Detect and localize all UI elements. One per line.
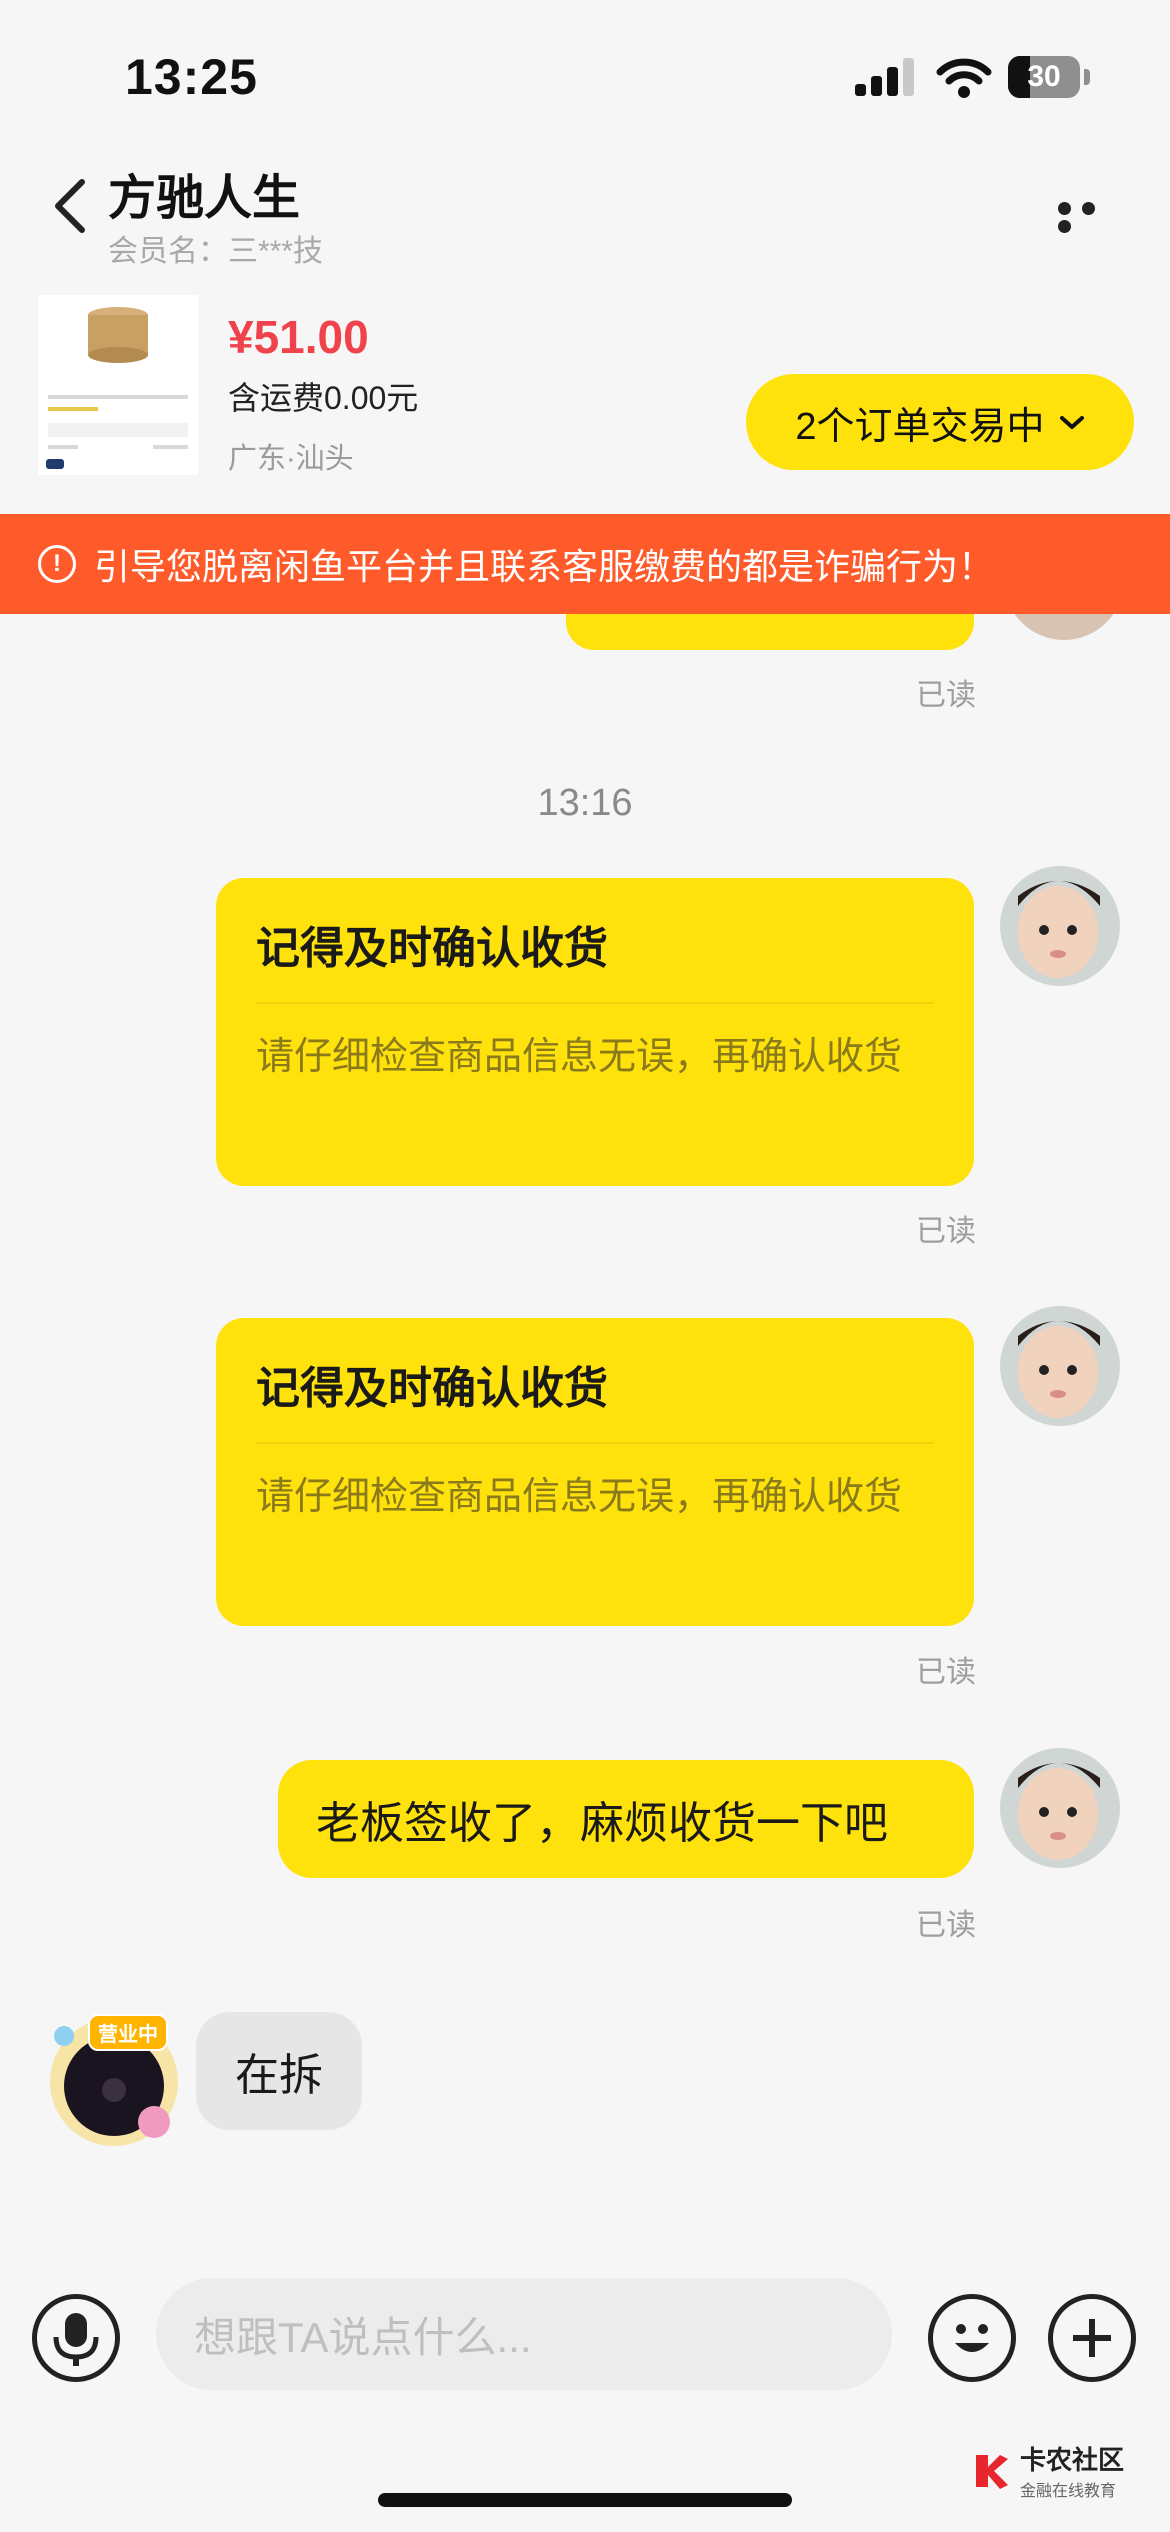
cellular-signal-icon — [855, 58, 914, 96]
back-icon[interactable] — [50, 176, 90, 236]
member-name: 会员名：三***技 — [108, 235, 324, 268]
read-status: 已读 — [916, 1656, 976, 1689]
watermark: 卡农社区 金融在线教育 — [972, 2440, 1124, 2501]
more-actions-button[interactable] — [1048, 2294, 1136, 2382]
product-thumbnail[interactable] — [38, 295, 198, 475]
home-indicator[interactable] — [378, 2493, 792, 2507]
card-body: 请仔细检查商品信息无误，再确认收货 — [256, 1476, 903, 1518]
sent-message-text: 老板签收了，麻烦收货一下吧 — [316, 1799, 888, 1848]
sent-message-bubble[interactable]: 老板签收了，麻烦收货一下吧 — [278, 1760, 974, 1878]
fraud-warning-banner: ! 引导您脱离闲鱼平台并且联系客服缴费的都是诈骗行为！ — [0, 514, 1170, 614]
message-input-placeholder: 想跟TA说点什么... — [194, 2313, 532, 2361]
emoji-button[interactable] — [928, 2294, 1016, 2382]
watermark-subtitle: 金融在线教育 — [1020, 2483, 1117, 2500]
my-avatar[interactable] — [1000, 866, 1120, 986]
warning-icon: ! — [38, 545, 76, 583]
chat-timestamp: 13:16 — [537, 782, 633, 824]
confirm-receipt-card[interactable]: 记得及时确认收货 请仔细检查商品信息无误，再确认收货 — [216, 1318, 974, 1626]
seller-location: 广东·汕头 — [228, 443, 354, 475]
read-status: 已读 — [916, 1215, 976, 1248]
card-divider — [256, 1442, 934, 1444]
card-body: 请仔细检查商品信息无误，再确认收货 — [256, 1036, 903, 1078]
orders-button-label: 2个订单交易中 — [795, 405, 1045, 448]
microphone-icon — [53, 2313, 99, 2366]
battery-icon: 30 — [1008, 56, 1092, 98]
chat-title: 方驰人生 — [108, 172, 301, 225]
battery-level: 30 — [1027, 60, 1061, 93]
my-avatar[interactable] — [1000, 1306, 1120, 1426]
watermark-logo-icon — [976, 2454, 1008, 2489]
status-time: 13:25 — [125, 49, 258, 105]
card-title: 记得及时确认收货 — [256, 1364, 608, 1413]
smiley-icon — [955, 2324, 989, 2352]
plus-icon — [1073, 2319, 1111, 2357]
open-for-business-badge: 营业中 — [88, 2014, 168, 2051]
shipping-fee: 含运费0.00元 — [228, 380, 419, 416]
received-message-bubble[interactable]: 在拆 — [196, 2012, 362, 2130]
orders-in-progress-button[interactable]: 2个订单交易中 — [746, 374, 1134, 470]
more-icon[interactable] — [1058, 202, 1122, 233]
my-avatar[interactable] — [1000, 1748, 1120, 1868]
fraud-warning-text: 引导您脱离闲鱼平台并且联系客服缴费的都是诈骗行为！ — [94, 546, 995, 587]
watermark-title: 卡农社区 — [1020, 2445, 1125, 2475]
product-price: ¥51.00 — [228, 311, 369, 363]
confirm-receipt-card[interactable]: 记得及时确认收货 请仔细检查商品信息无误，再确认收货 — [216, 878, 974, 1186]
voice-input-button[interactable] — [32, 2294, 120, 2382]
seller-avatar[interactable]: 营业中 — [40, 2006, 188, 2154]
card-divider — [256, 1002, 934, 1004]
received-message-text: 在拆 — [235, 2051, 323, 2100]
read-status: 已读 — [916, 679, 976, 712]
read-status: 已读 — [916, 1909, 976, 1942]
wifi-icon — [936, 58, 992, 98]
card-title: 记得及时确认收货 — [256, 924, 608, 973]
chevron-down-icon — [1059, 405, 1085, 439]
message-input[interactable]: 想跟TA说点什么... — [156, 2278, 892, 2390]
